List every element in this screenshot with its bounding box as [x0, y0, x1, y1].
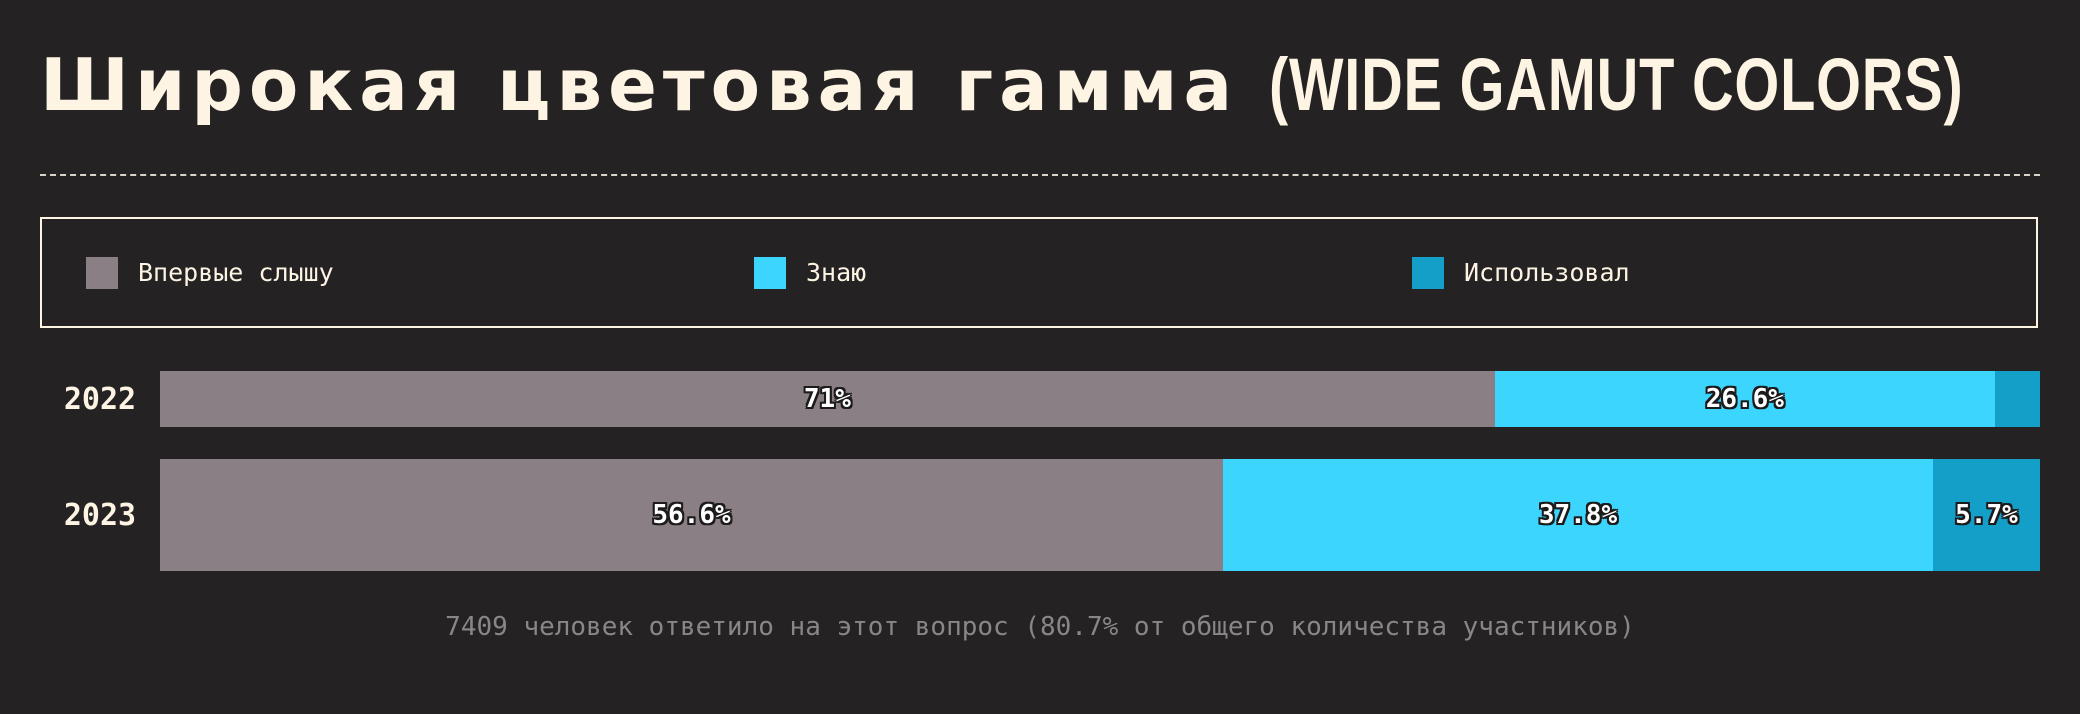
chart-title-sub: (WIDE GAMUT COLORS): [1269, 43, 1964, 126]
bar-value-label: 71%: [803, 384, 851, 414]
bar-row: 71% 26.6%: [160, 371, 2040, 427]
bar-value-label: 26.6%: [1705, 384, 1784, 414]
legend-item: Знаю: [754, 219, 866, 326]
bar-segment: 71%: [160, 371, 1495, 427]
legend-swatch: [86, 256, 118, 289]
bar-row: 56.6% 37.8% 5.7%: [160, 459, 2040, 571]
bar-segment: 37.8%: [1223, 459, 1933, 571]
bar-value-label: 5.7%: [1955, 500, 2018, 530]
year-label: 2023: [63, 497, 137, 533]
chart-legend: Впервые слышу Знаю Использовал: [40, 217, 2038, 328]
bar-segment: 56.6%: [160, 459, 1224, 571]
bar-segment: 26.6%: [1494, 371, 1995, 427]
title-divider: [40, 174, 2040, 176]
legend-swatch: [754, 256, 786, 289]
bar-segment: [1994, 371, 2040, 427]
legend-swatch: [1412, 256, 1444, 289]
legend-label: Впервые слышу: [138, 258, 334, 287]
chart-title: Широкая цветовая гамма (WIDE GAMUT COLOR…: [40, 42, 2080, 128]
chart-title-main: Широкая цветовая гамма: [40, 43, 1239, 127]
year-label: 2022: [63, 381, 137, 417]
respondents-footnote: 7409 человек ответило на этот вопрос (80…: [445, 612, 1635, 642]
legend-label: Знаю: [806, 258, 867, 287]
legend-item: Использовал: [1412, 219, 1630, 326]
bar-segment: 5.7%: [1932, 459, 2040, 571]
bar-value-label: 37.8%: [1538, 500, 1618, 530]
bar-value-label: 56.6%: [652, 500, 731, 530]
legend-label: Использовал: [1464, 258, 1630, 287]
legend-item: Впервые слышу: [86, 219, 334, 326]
